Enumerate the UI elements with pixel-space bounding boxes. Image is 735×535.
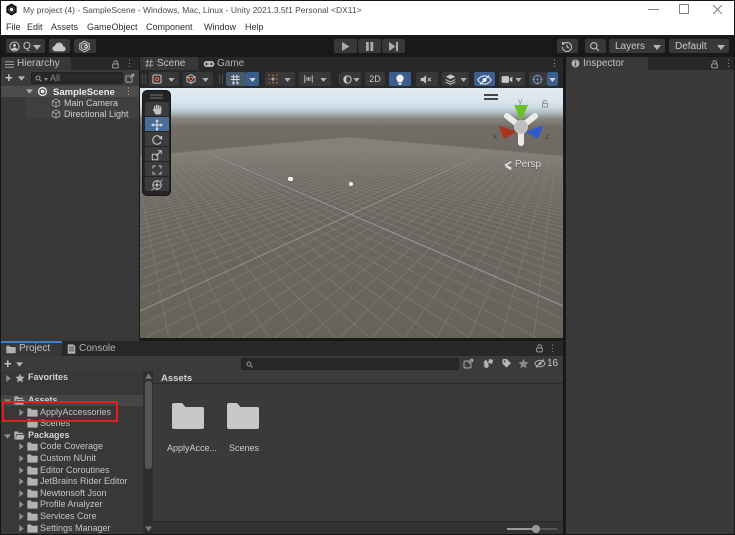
svg-text:z: z [545, 132, 549, 141]
svg-text:y: y [518, 96, 523, 106]
svg-text:x: x [493, 132, 497, 141]
